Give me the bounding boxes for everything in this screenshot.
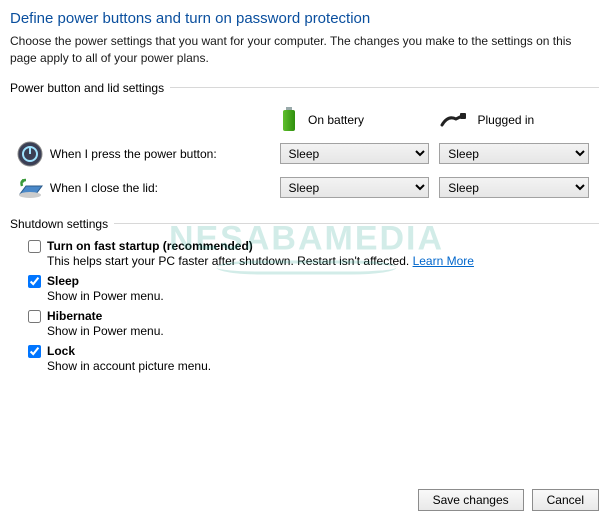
row-lid: When I close the lid: Do nothingSleepHib… <box>10 171 599 205</box>
group-power-lid: Power button and lid settings <box>10 81 599 95</box>
lid-battery-select[interactable]: Do nothingSleepHibernateShut down <box>280 177 430 198</box>
power-button-plugged-select[interactable]: Do nothingSleepHibernateShut down <box>439 143 589 164</box>
power-button-icon <box>10 141 50 167</box>
hibernate-option[interactable]: Hibernate <box>28 309 599 323</box>
row-power-button: When I press the power button: Do nothin… <box>10 137 599 171</box>
learn-more-link[interactable]: Learn More <box>413 254 474 268</box>
divider <box>114 223 599 224</box>
battery-icon <box>280 107 298 133</box>
fast-startup-checkbox[interactable] <box>28 240 41 253</box>
lock-sub: Show in account picture menu. <box>47 359 599 373</box>
plug-icon <box>440 111 468 129</box>
lid-icon <box>10 176 50 200</box>
hibernate-sub: Show in Power menu. <box>47 324 599 338</box>
fast-startup-option[interactable]: Turn on fast startup (recommended) <box>28 239 599 253</box>
sleep-title: Sleep <box>47 274 79 288</box>
fast-startup-sub-text: This helps start your PC faster after sh… <box>47 254 413 268</box>
cancel-button[interactable]: Cancel <box>532 489 599 511</box>
fast-startup-title: Turn on fast startup (recommended) <box>47 239 253 253</box>
sleep-option[interactable]: Sleep <box>28 274 599 288</box>
page-title: Define power buttons and turn on passwor… <box>10 10 599 27</box>
save-changes-button[interactable]: Save changes <box>418 489 524 511</box>
lock-checkbox[interactable] <box>28 345 41 358</box>
fast-startup-sub: This helps start your PC faster after sh… <box>47 254 599 268</box>
sleep-checkbox[interactable] <box>28 275 41 288</box>
lock-option[interactable]: Lock <box>28 344 599 358</box>
group-shutdown: Shutdown settings <box>10 217 599 231</box>
sleep-sub: Show in Power menu. <box>47 289 599 303</box>
lock-title: Lock <box>47 344 75 358</box>
divider <box>170 87 599 88</box>
column-battery-label: On battery <box>308 113 364 127</box>
column-headers: On battery Plugged in <box>280 103 599 137</box>
group-power-lid-label: Power button and lid settings <box>10 81 164 95</box>
page-description: Choose the power settings that you want … <box>10 33 599 67</box>
lid-plugged-select[interactable]: Do nothingSleepHibernateShut down <box>439 177 589 198</box>
hibernate-title: Hibernate <box>47 309 102 323</box>
power-button-battery-select[interactable]: Do nothingSleepHibernateShut down <box>280 143 430 164</box>
column-plugged-label: Plugged in <box>478 113 535 127</box>
group-shutdown-label: Shutdown settings <box>10 217 108 231</box>
row-power-button-label: When I press the power button: <box>50 147 280 161</box>
row-lid-label: When I close the lid: <box>50 181 280 195</box>
hibernate-checkbox[interactable] <box>28 310 41 323</box>
